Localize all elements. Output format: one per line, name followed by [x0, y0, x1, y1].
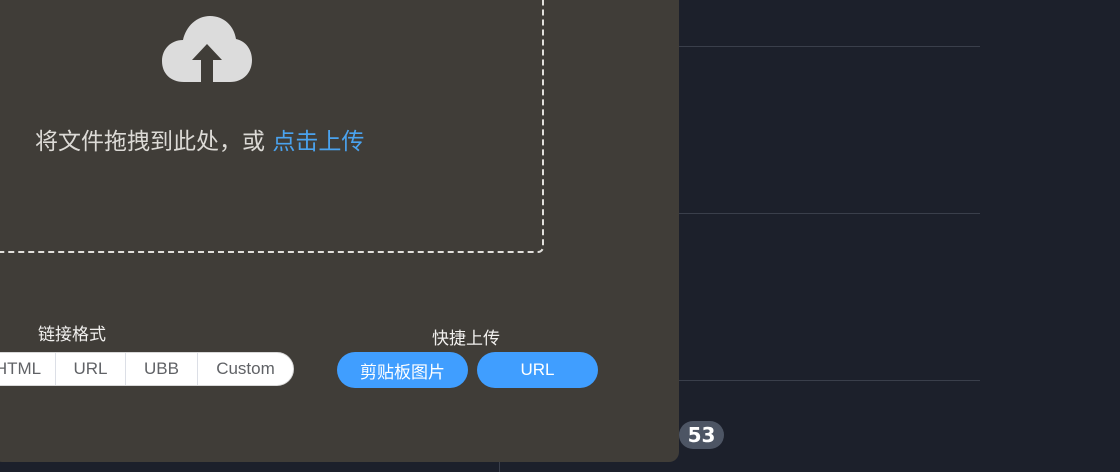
cloud-upload-icon — [162, 16, 252, 82]
link-format-label: 链接格式 — [38, 325, 106, 345]
quick-upload-label: 快捷上传 — [432, 329, 500, 349]
drop-hint-text: 将文件拖拽到此处，或 — [35, 129, 273, 155]
upload-dropzone[interactable]: 将文件拖拽到此处，或 点击上传 — [0, 0, 544, 253]
format-url-button[interactable]: URL — [56, 353, 126, 385]
format-custom-button[interactable]: Custom — [198, 353, 293, 385]
url-upload-button[interactable]: URL — [477, 352, 598, 388]
upload-dialog: 将文件拖拽到此处，或 点击上传 — [0, 0, 679, 462]
format-html-button[interactable]: HTML — [0, 353, 56, 385]
format-ubb-button[interactable]: UBB — [126, 353, 198, 385]
drop-hint: 将文件拖拽到此处，或 点击上传 — [35, 122, 364, 156]
count-badge: 53 — [679, 421, 724, 449]
click-upload-link[interactable]: 点击上传 — [272, 129, 364, 155]
clipboard-upload-button[interactable]: 剪贴板图片 — [337, 352, 468, 388]
link-format-selector: HTML URL UBB Custom — [0, 352, 294, 386]
